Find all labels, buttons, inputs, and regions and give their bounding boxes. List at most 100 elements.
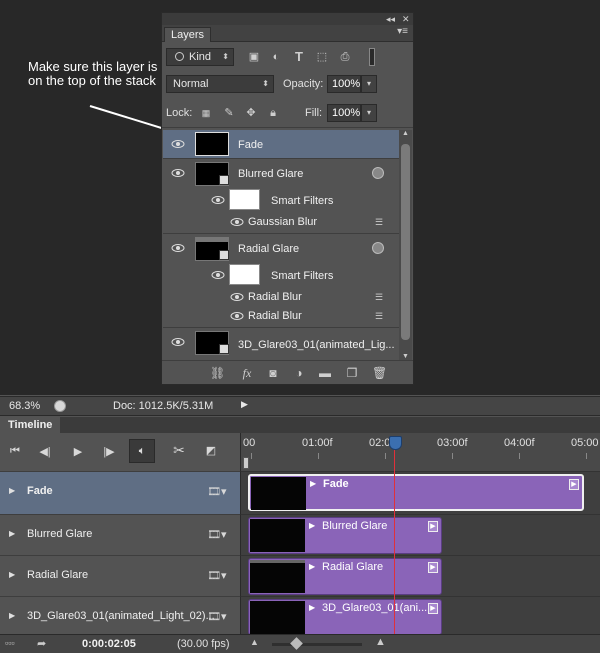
clip-options-icon[interactable]: ▶ <box>569 479 579 490</box>
link-icon[interactable]: ⛓ <box>210 366 225 380</box>
expand-track-icon[interactable]: ▶ <box>9 529 15 538</box>
visibility-eye-icon[interactable] <box>211 270 225 280</box>
type-filter-icon[interactable]: T <box>292 50 306 64</box>
new-layer-icon[interactable]: ❐ <box>345 366 359 380</box>
clip-expand-icon[interactable]: ▶ <box>309 603 315 612</box>
dropdown-caret-icon: ⬍ <box>222 52 229 61</box>
expand-track-icon[interactable]: ▶ <box>9 486 15 495</box>
timeline-footer: ▫▫▫ ➦ 0:00:02:05 (30.00 fps) ▲ ▲ <box>0 634 600 653</box>
clip-options-icon[interactable]: ▶ <box>428 562 438 573</box>
track-label-3d-glare[interactable]: ▶ 3D_Glare03_01(animated_Light_02)... 🎞︎… <box>0 596 240 634</box>
visibility-eye-icon[interactable] <box>230 217 244 227</box>
layers-scrollbar[interactable]: ▲ ▼ <box>399 130 412 360</box>
layer-row-3d-glare[interactable]: 3D_Glare03_01(animated_Lig... <box>163 328 400 360</box>
fill-input[interactable]: 100% <box>327 104 361 122</box>
visibility-eye-icon[interactable] <box>230 311 244 321</box>
track-label-fade[interactable]: ▶ Fade 🎞︎▾ <box>0 471 240 514</box>
timeline-zoom-slider[interactable] <box>272 637 362 650</box>
visibility-eye-icon[interactable] <box>171 168 185 178</box>
folder-icon[interactable]: ▬ <box>318 366 332 380</box>
adjustment-filter-icon[interactable]: ◐ <box>269 50 283 64</box>
lock-paint-icon[interactable]: ✎ <box>222 106 236 120</box>
scroll-up-icon[interactable]: ▲ <box>402 130 409 137</box>
close-panel-icon[interactable]: ✕ <box>402 13 410 25</box>
fill-dropdown-icon[interactable]: ▾ <box>361 104 377 122</box>
status-menu-arrow-icon[interactable]: ▶ <box>241 399 255 414</box>
opacity-input[interactable]: 100% <box>327 75 361 93</box>
transition-icon[interactable]: ◩ <box>204 444 218 457</box>
clip-radial-glare[interactable]: ▶ Radial Glare ▶ <box>248 558 442 595</box>
track-label-blurred-glare[interactable]: ▶ Blurred Glare 🎞︎▾ <box>0 514 240 555</box>
clip-fade[interactable]: ▶ Fade ▶ <box>248 474 584 511</box>
panel-menu-icon[interactable]: ▾≡ <box>397 26 408 37</box>
smart-filter-indicator-icon <box>372 167 384 179</box>
filter-toggle[interactable] <box>369 48 375 66</box>
playhead-handle[interactable] <box>389 436 402 450</box>
track-label-radial-glare[interactable]: ▶ Radial Glare 🎞︎▾ <box>0 555 240 596</box>
zoom-level[interactable]: 68.3% <box>9 400 40 412</box>
lock-transparency-icon[interactable]: ▦ <box>199 106 213 120</box>
clip-expand-icon[interactable]: ▶ <box>309 562 315 571</box>
trash-icon[interactable]: 🗑︎ <box>372 366 387 380</box>
expand-track-icon[interactable]: ▶ <box>9 570 15 579</box>
image-filter-icon[interactable]: ▣ <box>247 50 261 64</box>
filter-options-icon[interactable]: ☰ <box>375 292 387 302</box>
go-to-first-frame-icon[interactable]: ⏮ <box>8 445 22 458</box>
tab-timeline[interactable]: Timeline <box>0 417 61 433</box>
zoom-out-icon[interactable]: ▲ <box>250 637 259 647</box>
fx-icon[interactable]: fx <box>240 366 254 381</box>
scroll-down-icon[interactable]: ▼ <box>402 353 409 360</box>
frame-animation-icon[interactable]: ▫▫▫ <box>5 638 15 648</box>
clip-options-icon[interactable]: ▶ <box>428 521 438 532</box>
next-frame-icon[interactable]: |▶ <box>102 445 116 458</box>
work-area-start-handle[interactable] <box>243 457 249 469</box>
blend-mode-dropdown[interactable]: Normal ⬍ <box>166 75 274 93</box>
mask-icon[interactable]: ◙ <box>266 366 280 380</box>
visibility-eye-icon[interactable] <box>230 292 244 302</box>
play-icon[interactable]: ▶ <box>71 445 85 458</box>
film-strip-menu-icon[interactable]: 🎞︎▾ <box>207 485 227 498</box>
clip-3d-glare[interactable]: ▶ 3D_Glare03_01(ani... ▶ <box>248 599 442 635</box>
opacity-dropdown-icon[interactable]: ▾ <box>361 75 377 93</box>
layer-row-fade[interactable]: Fade <box>163 130 400 159</box>
clip-expand-icon[interactable]: ▶ <box>309 521 315 530</box>
layer-row-blurred-glare[interactable]: Blurred Glare Smart Filters Gaussian Blu… <box>163 159 400 234</box>
visibility-eye-icon[interactable] <box>211 195 225 205</box>
film-strip-menu-icon[interactable]: 🎞︎▾ <box>207 528 227 541</box>
lock-all-icon[interactable]: 🔒︎ <box>266 106 280 120</box>
visibility-eye-icon[interactable] <box>171 337 185 347</box>
filter-name: Radial Blur <box>248 310 302 322</box>
timeline-ruler[interactable]: 00 01:00f 02:0 03:00f 04:00f 05:00 <box>240 433 600 471</box>
doc-size: Doc: 1012.5K/5.31M <box>113 400 214 412</box>
clip-expand-icon[interactable]: ▶ <box>310 479 316 488</box>
film-strip-menu-icon[interactable]: 🎞︎▾ <box>207 610 227 623</box>
zoom-in-icon[interactable]: ▲ <box>375 636 386 648</box>
status-icon[interactable] <box>54 400 66 412</box>
layer-row-radial-glare[interactable]: Radial Glare Smart Filters Radial Blur ☰… <box>163 234 400 328</box>
film-strip-menu-icon[interactable]: 🎞︎▾ <box>207 569 227 582</box>
expand-track-icon[interactable]: ▶ <box>9 611 15 620</box>
lock-position-icon[interactable]: ✥ <box>244 106 258 120</box>
clip-options-icon[interactable]: ▶ <box>428 603 438 614</box>
smart-object-filter-icon[interactable]: ⎙ <box>338 50 352 64</box>
collapse-panel-icon[interactable]: ◂◂ <box>386 13 395 25</box>
visibility-eye-icon[interactable] <box>171 243 185 253</box>
audio-toggle-button[interactable]: 🔈︎ <box>129 439 155 463</box>
filter-kind-dropdown[interactable]: Kind ⬍ <box>166 48 234 66</box>
render-video-icon[interactable]: ➦ <box>37 637 46 650</box>
scrollbar-thumb[interactable] <box>401 144 410 340</box>
previous-frame-icon[interactable]: ◀| <box>38 445 52 458</box>
zoom-slider-knob[interactable] <box>290 637 303 650</box>
clip-blurred-glare[interactable]: ▶ Blurred Glare ▶ <box>248 517 442 554</box>
track-name: Radial Glare <box>27 569 89 581</box>
layer-thumbnail <box>195 132 229 156</box>
track-name: Fade <box>27 485 53 497</box>
adjustment-icon[interactable]: ◑ <box>292 366 306 380</box>
visibility-eye-icon[interactable] <box>171 139 185 149</box>
filter-options-icon[interactable]: ☰ <box>375 217 387 227</box>
smart-filters-label: Smart Filters <box>271 195 334 207</box>
shape-filter-icon[interactable]: ⬚ <box>315 50 329 64</box>
tab-layers[interactable]: Layers <box>164 27 212 42</box>
split-clip-icon[interactable]: ✂ <box>172 442 186 459</box>
filter-options-icon[interactable]: ☰ <box>375 311 387 321</box>
